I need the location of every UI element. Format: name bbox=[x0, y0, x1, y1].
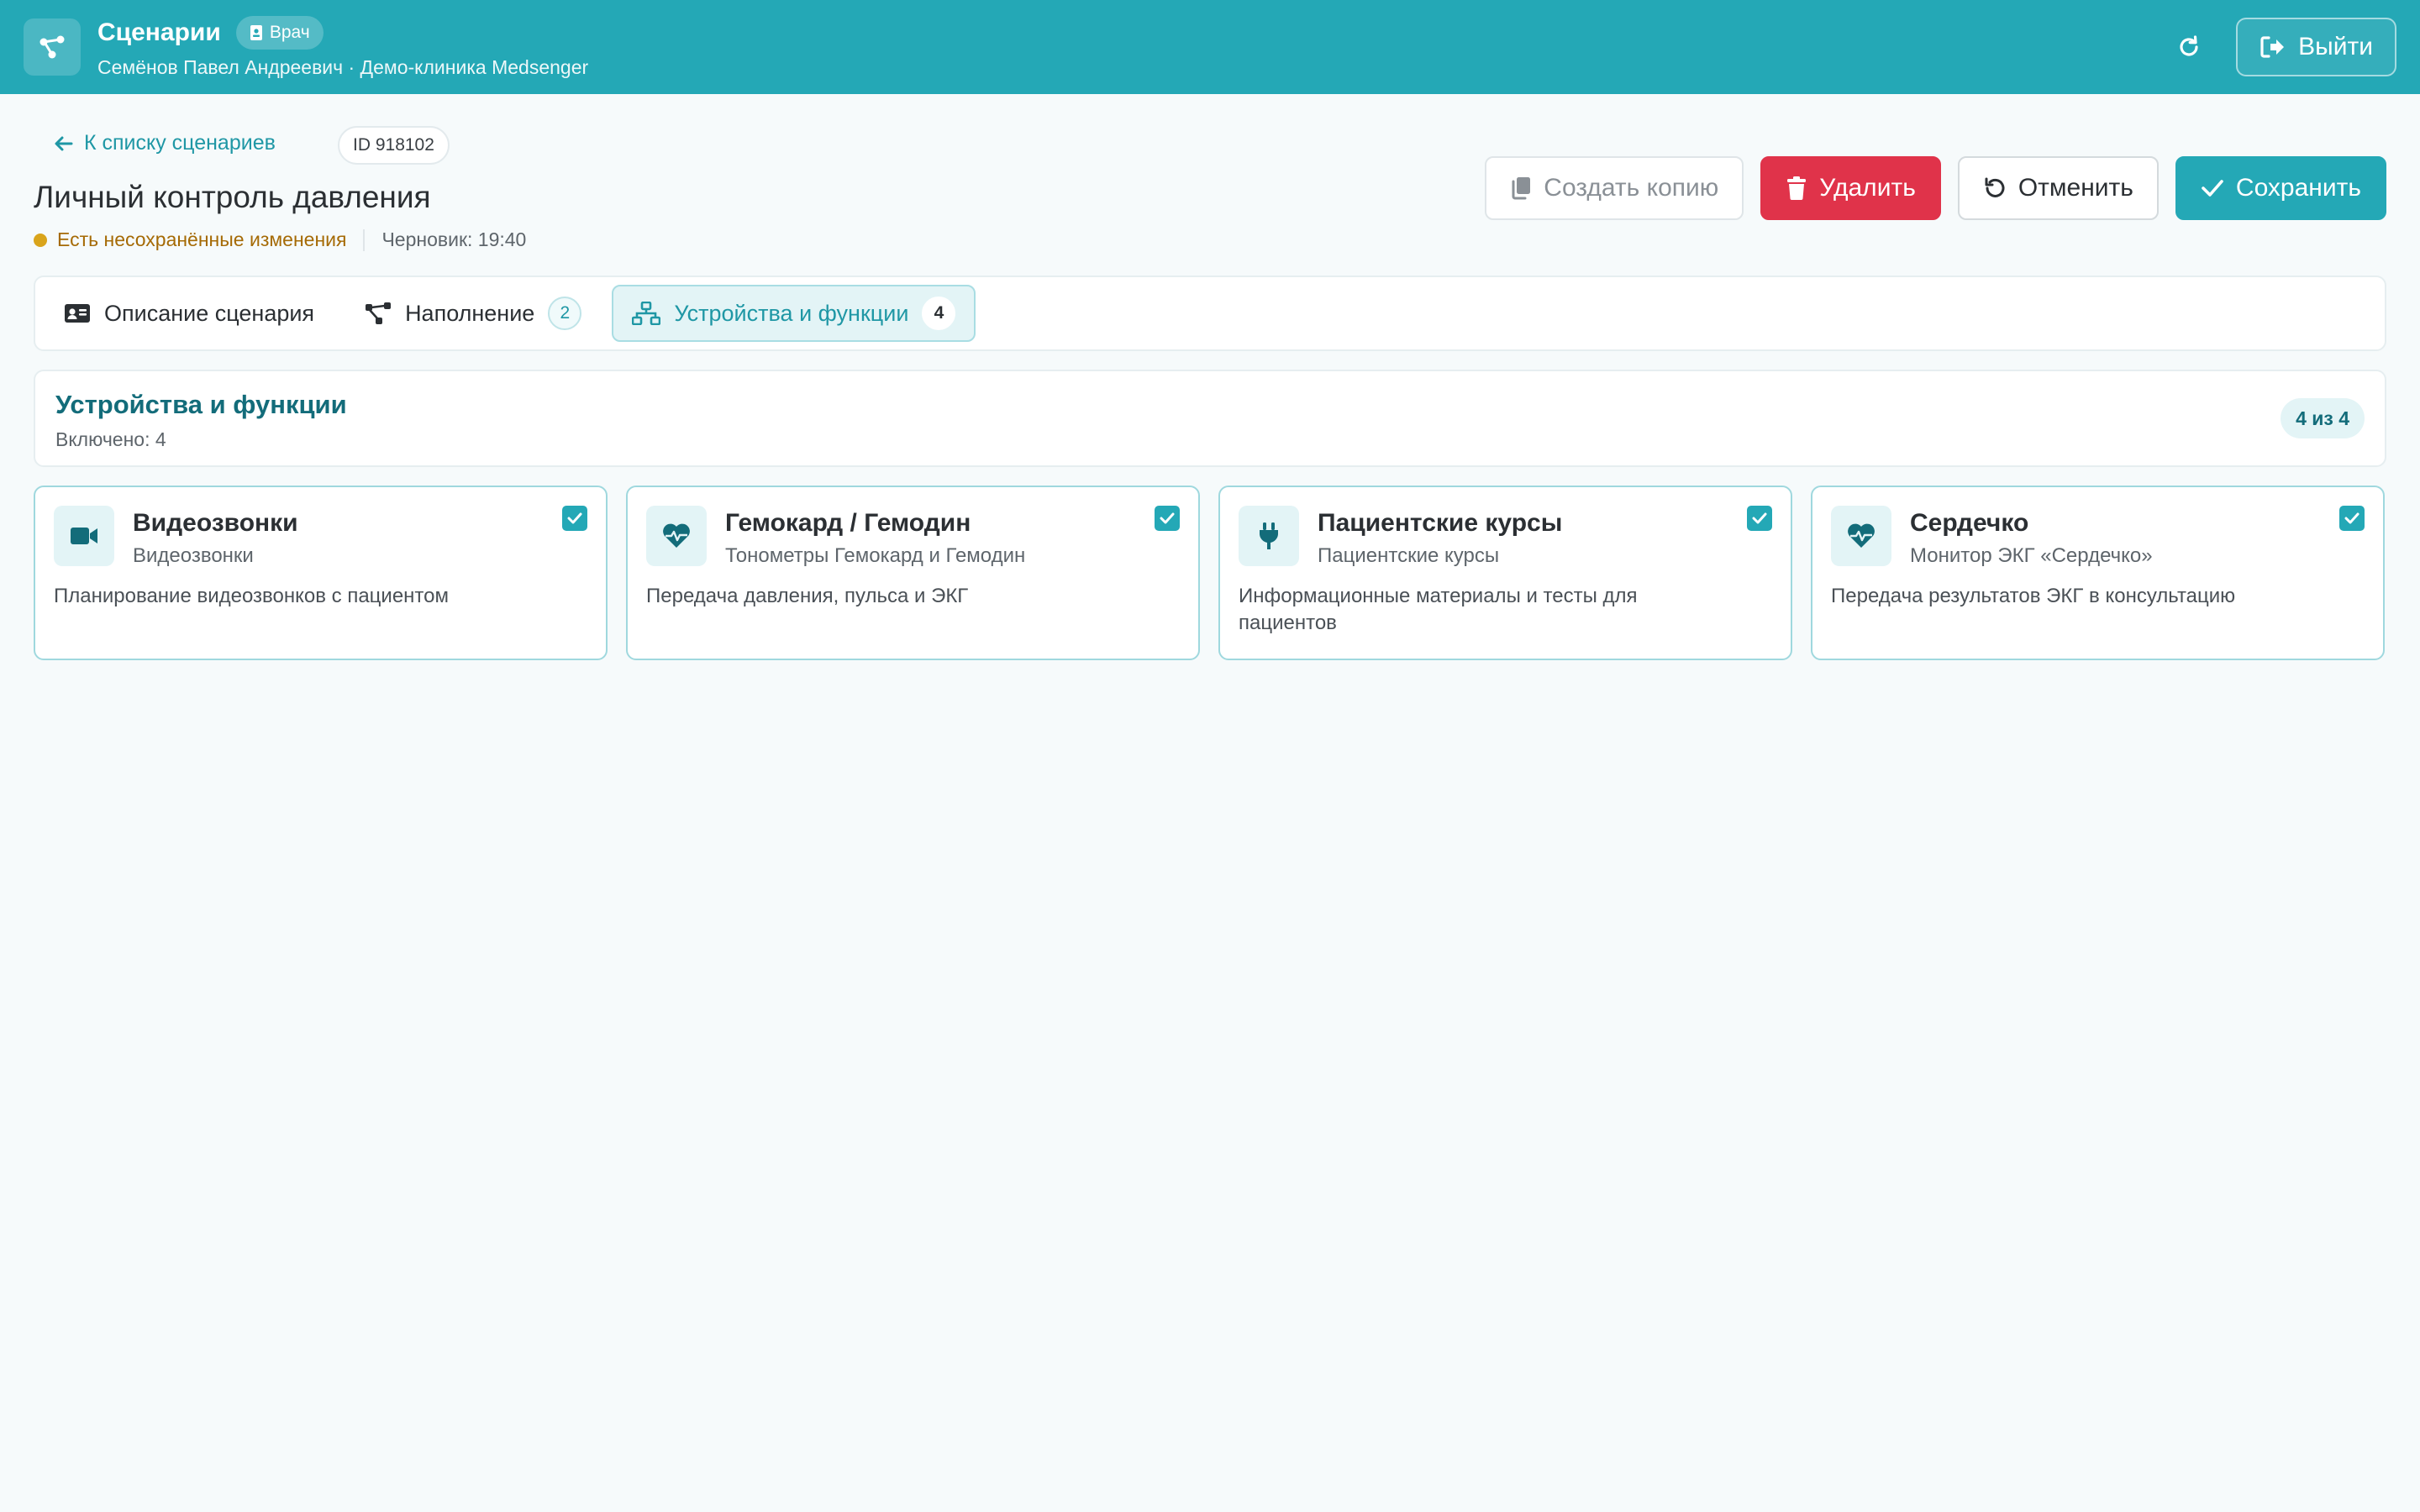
nodes-icon bbox=[366, 302, 392, 324]
device-card-patient-courses[interactable]: Пациентские курсы Пациентские курсы Инфо… bbox=[1218, 486, 1792, 660]
card-title: Сердечко bbox=[1910, 509, 2029, 537]
section-enabled-count: Включено: 4 bbox=[55, 428, 166, 450]
check-icon bbox=[2202, 180, 2223, 197]
card-subtitle: Монитор ЭКГ «Сердечко» bbox=[1910, 544, 2153, 567]
logout-button[interactable]: Выйти bbox=[2236, 18, 2396, 76]
card-title: Видеозвонки bbox=[133, 509, 298, 537]
arrow-left-icon bbox=[55, 136, 73, 150]
plug-icon bbox=[1239, 506, 1299, 566]
logout-icon bbox=[2260, 36, 2285, 58]
check-icon bbox=[1752, 512, 1767, 524]
undo-icon bbox=[1985, 177, 2005, 197]
enabled-checkbox[interactable] bbox=[1155, 506, 1180, 531]
check-icon bbox=[567, 512, 582, 524]
delete-button[interactable]: Удалить bbox=[1760, 156, 1941, 220]
save-label: Сохранить bbox=[2235, 174, 2361, 202]
card-description: Передача давления, пульса и ЭКГ bbox=[646, 585, 969, 607]
section-counter-badge: 4 из 4 bbox=[2281, 398, 2365, 438]
back-link-label: К списку сценариев bbox=[84, 131, 276, 155]
top-bar: Сценарии Врач Семёнов Павел Андреевич · … bbox=[0, 0, 2420, 94]
card-title: Пациентские курсы bbox=[1318, 509, 1563, 537]
heart-pulse-icon bbox=[646, 506, 707, 566]
scenario-id-badge: ID 918102 bbox=[338, 126, 450, 165]
card-description: Информационные материалы и тесты для пац… bbox=[1239, 585, 1638, 634]
create-copy-label: Создать копию bbox=[1544, 174, 1719, 202]
sitemap-icon bbox=[632, 302, 661, 325]
card-subtitle: Тонометры Гемокард и Гемодин bbox=[725, 544, 1026, 567]
scenario-logo-icon bbox=[24, 18, 81, 76]
tab-content-label: Наполнение bbox=[405, 300, 535, 326]
device-card-videocalls[interactable]: Видеозвонки Видеозвонки Планирование вид… bbox=[34, 486, 608, 660]
video-icon bbox=[54, 506, 114, 566]
tab-devices-label: Устройства и функции bbox=[674, 300, 909, 326]
tab-content[interactable]: Наполнение 2 bbox=[345, 285, 602, 342]
card-description: Планирование видеозвонков с пациентом bbox=[54, 585, 450, 607]
refresh-icon bbox=[2180, 35, 2198, 56]
delete-label: Удалить bbox=[1819, 174, 1916, 202]
id-card-icon bbox=[65, 304, 90, 323]
save-button[interactable]: Сохранить bbox=[2175, 156, 2386, 220]
status-row: Есть несохранённые изменения Черновик: 1… bbox=[34, 228, 526, 251]
logout-label: Выйти bbox=[2298, 33, 2373, 60]
enabled-checkbox[interactable] bbox=[2339, 506, 2365, 531]
tabs-bar: Описание сценария Наполнение 2 Устройств… bbox=[34, 276, 2386, 351]
tab-content-count: 2 bbox=[548, 297, 582, 330]
section-title: Устройства и функции bbox=[55, 390, 347, 419]
tab-devices-count: 4 bbox=[922, 297, 956, 330]
enabled-checkbox[interactable] bbox=[562, 506, 587, 531]
unsaved-changes-text: Есть несохранённые изменения bbox=[57, 228, 347, 250]
card-subtitle: Видеозвонки bbox=[133, 544, 254, 567]
copy-icon bbox=[1512, 177, 1531, 200]
role-badge-label: Врач bbox=[269, 22, 310, 42]
device-card-gemokard[interactable]: Гемокард / Гемодин Тонометры Гемокард и … bbox=[626, 486, 1200, 660]
status-divider bbox=[363, 228, 366, 251]
user-clinic-subtitle: Семёнов Павел Андреевич · Демо-клиника M… bbox=[97, 55, 589, 78]
draft-timestamp: Черновик: 19:40 bbox=[381, 228, 527, 250]
devices-section-header: Устройства и функции Включено: 4 4 из 4 bbox=[34, 370, 2386, 467]
device-cards: Видеозвонки Видеозвонки Планирование вид… bbox=[34, 486, 2386, 660]
create-copy-button[interactable]: Создать копию bbox=[1485, 156, 1744, 220]
page-title: Личный контроль давления bbox=[34, 180, 431, 214]
card-title: Гемокард / Гемодин bbox=[725, 509, 971, 537]
device-card-serdechko[interactable]: Сердечко Монитор ЭКГ «Сердечко» Передача… bbox=[1811, 486, 2385, 660]
card-description: Передача результатов ЭКГ в консультацию bbox=[1831, 585, 2236, 607]
card-subtitle: Пациентские курсы bbox=[1318, 544, 1500, 567]
trash-icon bbox=[1787, 176, 1807, 200]
back-to-list-link[interactable]: К списку сценариев bbox=[54, 131, 276, 155]
app-title: Сценарии bbox=[97, 18, 221, 46]
heart-pulse-icon bbox=[1831, 506, 1891, 566]
cancel-button[interactable]: Отменить bbox=[1957, 156, 2159, 220]
check-icon bbox=[2344, 512, 2360, 524]
action-toolbar: Создать копию Удалить Отменить Сохранить bbox=[1485, 156, 2386, 220]
cancel-label: Отменить bbox=[2018, 174, 2133, 202]
tab-devices[interactable]: Устройства и функции 4 bbox=[612, 285, 976, 342]
role-badge: Врач bbox=[235, 15, 324, 50]
check-icon bbox=[1160, 512, 1175, 524]
id-card-icon bbox=[250, 24, 262, 40]
tab-description-label: Описание сценария bbox=[104, 300, 315, 326]
unsaved-dot-icon bbox=[34, 233, 47, 247]
enabled-checkbox[interactable] bbox=[1747, 506, 1772, 531]
refresh-button[interactable] bbox=[2167, 25, 2211, 69]
tab-description[interactable]: Описание сценария bbox=[44, 285, 334, 342]
